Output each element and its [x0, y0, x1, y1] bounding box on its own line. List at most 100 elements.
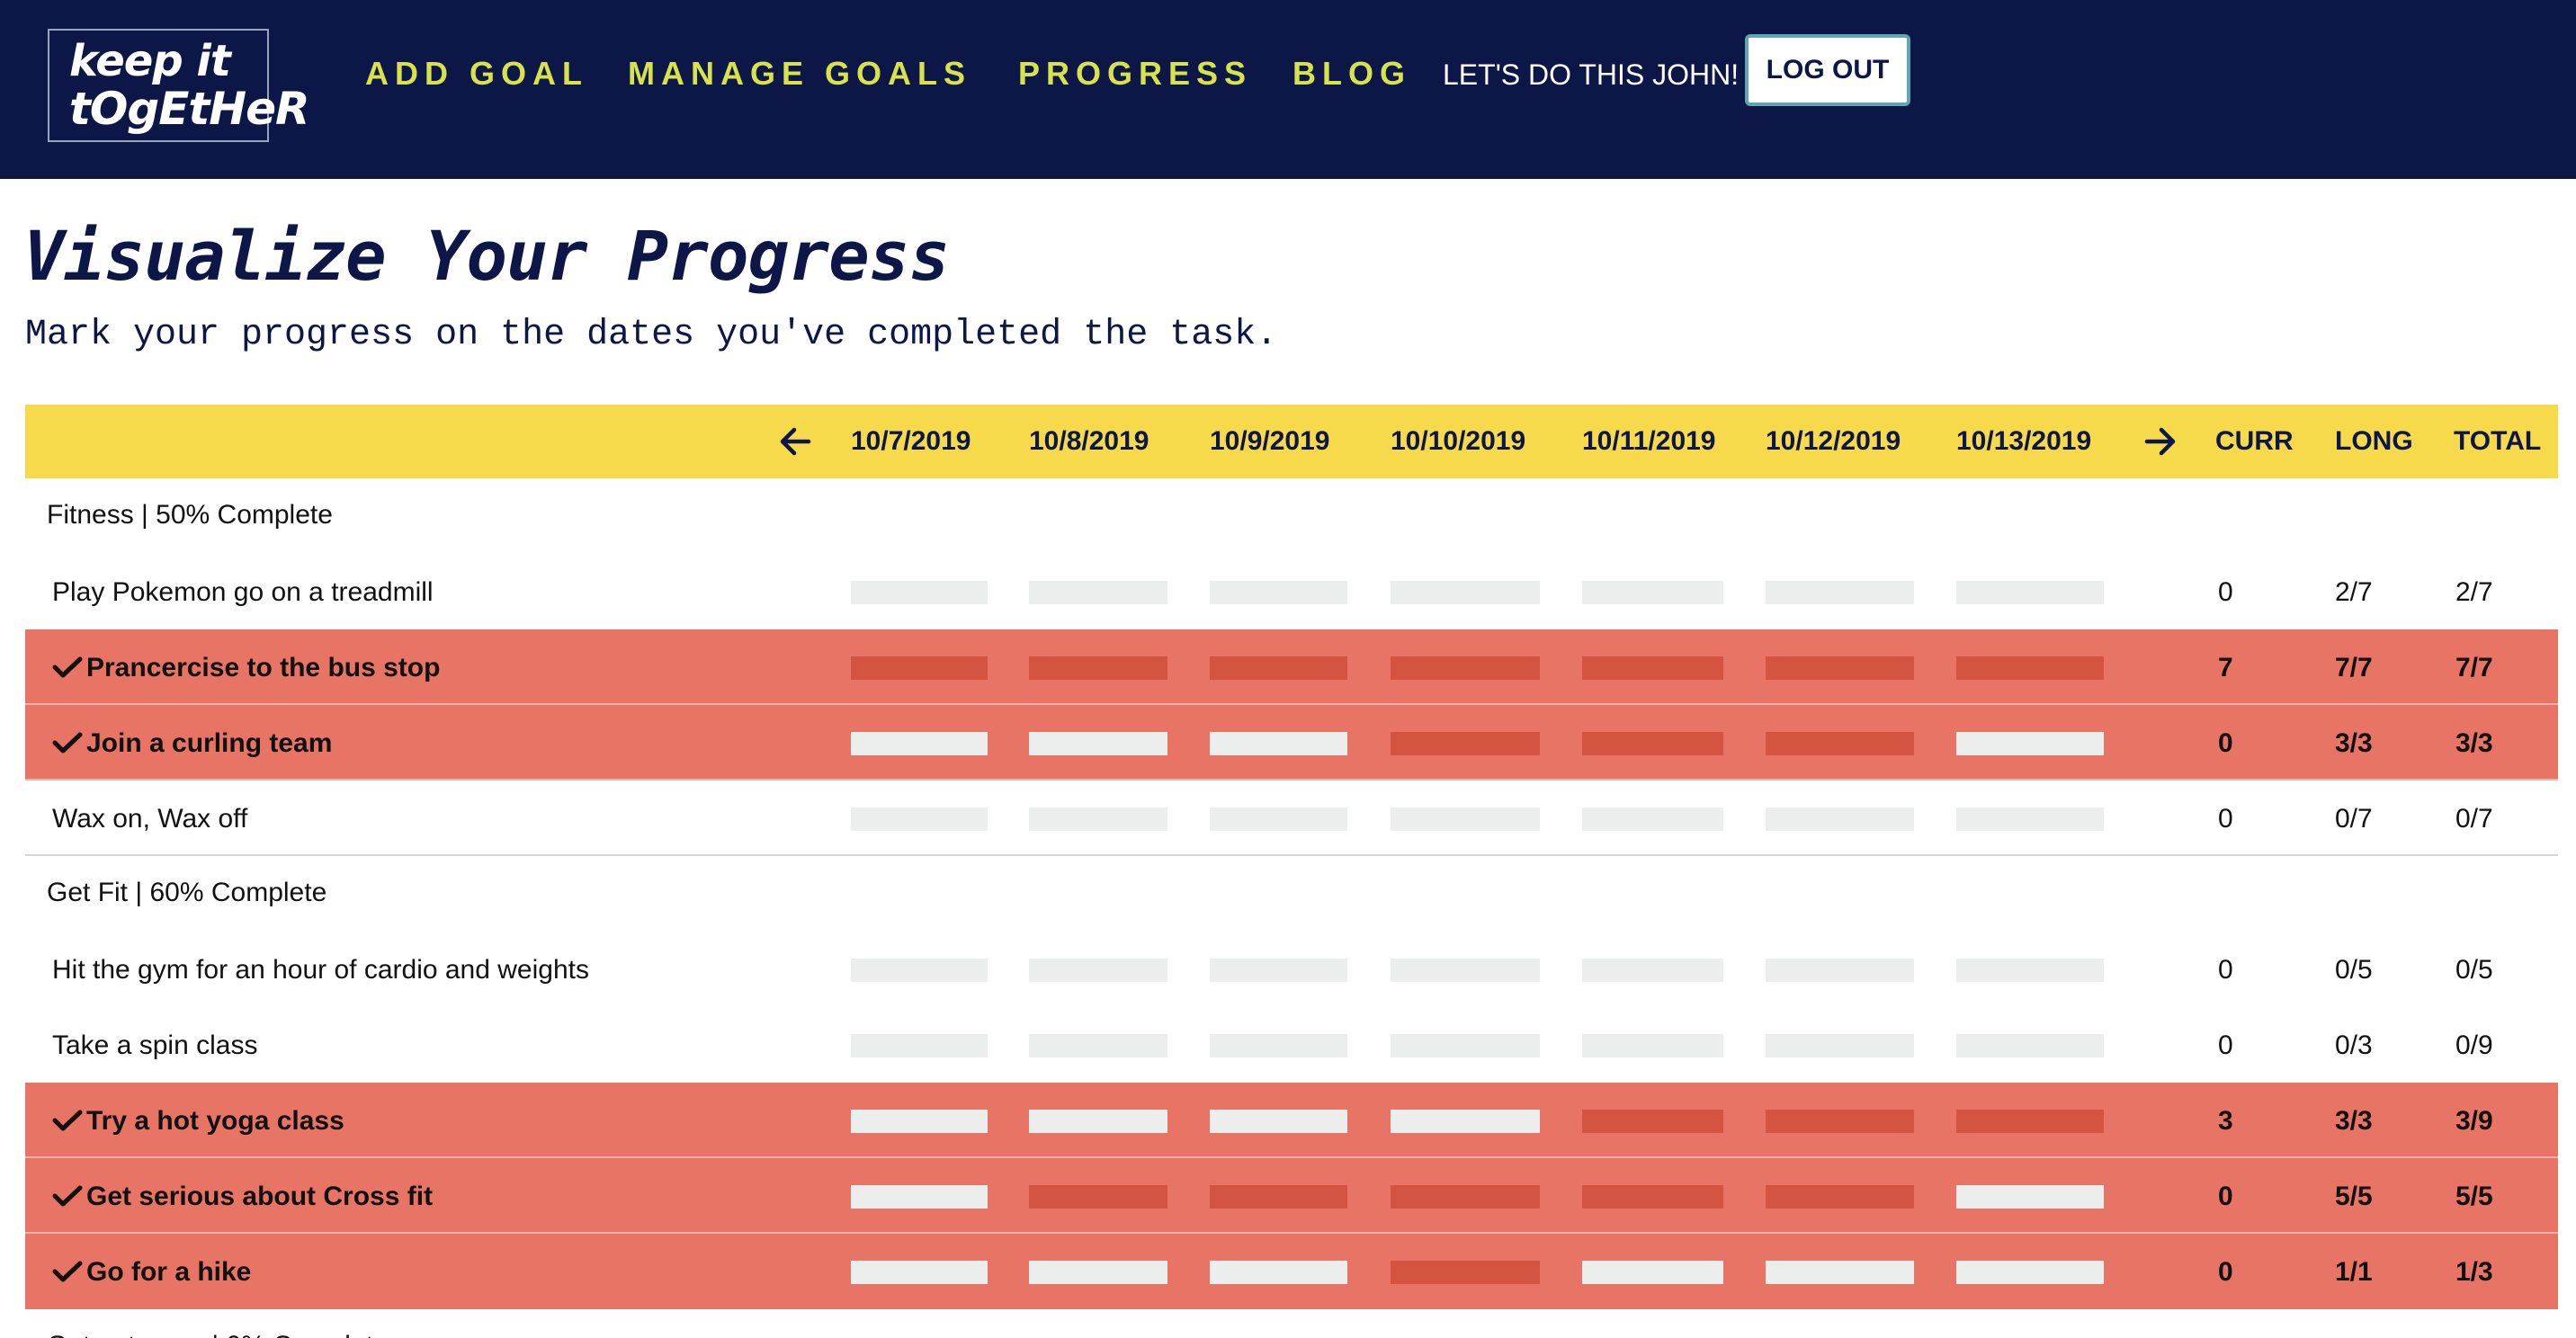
day-cell-unmarked[interactable]	[1391, 581, 1540, 604]
top-navbar: keep it tOgEtHeR ADD GOAL MANAGE GOALS P…	[0, 0, 2576, 179]
nav-add-goal[interactable]: ADD GOAL	[365, 52, 588, 95]
day-cell-unmarked[interactable]	[1391, 1034, 1540, 1057]
date-header: 10/9/2019	[1210, 426, 1330, 456]
stat-curr: 0	[2218, 955, 2233, 985]
day-cell-unmarked[interactable]	[1766, 1261, 1914, 1284]
stat-total: 3/3	[2455, 728, 2493, 758]
day-cell-unmarked[interactable]	[1766, 1034, 1914, 1057]
day-cell-marked[interactable]	[1766, 656, 1914, 680]
day-cell-unmarked[interactable]	[1029, 1034, 1167, 1057]
day-cell-marked[interactable]	[1582, 732, 1723, 755]
stat-total: 5/5	[2455, 1182, 2493, 1211]
nav-progress[interactable]: PROGRESS	[1018, 52, 1252, 95]
day-cell-marked[interactable]	[1391, 732, 1540, 755]
day-cell-unmarked[interactable]	[1582, 959, 1723, 982]
stat-total: 0/9	[2455, 1030, 2493, 1060]
day-cell-marked[interactable]	[1956, 1110, 2104, 1133]
user-greeting: LET'S DO THIS JOHN!	[1443, 58, 1740, 91]
day-cell-unmarked[interactable]	[1029, 807, 1167, 831]
day-cell-marked[interactable]	[1029, 656, 1167, 680]
stat-long: 3/3	[2335, 1106, 2373, 1136]
stat-long: 5/5	[2335, 1182, 2373, 1211]
day-cell-unmarked[interactable]	[1210, 1034, 1347, 1057]
task-name-text: Go for a hike	[86, 1257, 252, 1287]
day-cell-marked[interactable]	[1766, 1185, 1914, 1209]
day-cell-unmarked[interactable]	[1582, 1034, 1723, 1057]
task-name-text: Prancercise to the bus stop	[86, 653, 441, 682]
day-cell-unmarked[interactable]	[851, 959, 988, 982]
arrow-right-icon[interactable]	[2144, 426, 2177, 457]
logo[interactable]: keep it tOgEtHeR	[48, 29, 310, 142]
day-cell-unmarked[interactable]	[1956, 959, 2104, 982]
stat-long: 0/3	[2335, 1030, 2373, 1060]
table-body: Fitness | 50% Complete Play Pokemon go on…	[25, 478, 2558, 1338]
task-name: Join a curling team	[52, 728, 332, 759]
task-row: Join a curling team 0 3/3 3/3	[25, 705, 2558, 780]
day-cell-unmarked[interactable]	[851, 1185, 988, 1209]
stat-long: 3/3	[2335, 728, 2373, 758]
day-cell-marked[interactable]	[1210, 656, 1347, 680]
day-cell-unmarked[interactable]	[851, 807, 988, 831]
date-header: 10/12/2019	[1766, 426, 1901, 456]
day-cell-unmarked[interactable]	[1956, 581, 2104, 604]
day-cell-unmarked[interactable]	[1766, 581, 1914, 604]
day-cell-marked[interactable]	[1956, 656, 2104, 680]
day-cell-unmarked[interactable]	[1210, 1261, 1347, 1284]
day-cell-marked[interactable]	[1391, 1185, 1540, 1209]
day-cell-unmarked[interactable]	[1029, 1261, 1167, 1284]
day-cell-unmarked[interactable]	[1210, 959, 1347, 982]
day-cell-unmarked[interactable]	[851, 1034, 988, 1057]
day-cell-marked[interactable]	[851, 656, 988, 680]
nav-blog[interactable]: BLOG	[1292, 52, 1411, 95]
day-cell-marked[interactable]	[1766, 1110, 1914, 1133]
day-cell-unmarked[interactable]	[1391, 1110, 1540, 1133]
task-row: Play Pokemon go on a treadmill 0 2/7 2/7	[25, 554, 2558, 629]
stat-curr: 7	[2218, 653, 2233, 682]
day-cell-marked[interactable]	[1582, 656, 1723, 680]
day-cell-unmarked[interactable]	[1582, 581, 1723, 604]
day-cell-marked[interactable]	[1582, 1185, 1723, 1209]
day-cell-unmarked[interactable]	[1029, 732, 1167, 755]
nav-manage-goals[interactable]: MANAGE GOALS	[628, 52, 971, 95]
task-row: Prancercise to the bus stop 7 7/7 7/7	[25, 629, 2558, 705]
day-cell-unmarked[interactable]	[1210, 1110, 1347, 1133]
day-cell-unmarked[interactable]	[1956, 1185, 2104, 1209]
day-cell-unmarked[interactable]	[1391, 959, 1540, 982]
day-cell-marked[interactable]	[1029, 1185, 1167, 1209]
day-cell-unmarked[interactable]	[1582, 1261, 1723, 1284]
arrow-left-icon[interactable]	[779, 426, 811, 457]
stat-long: 2/7	[2335, 577, 2373, 607]
day-cell-unmarked[interactable]	[1391, 807, 1540, 831]
day-cell-unmarked[interactable]	[1210, 581, 1347, 604]
day-cell-unmarked[interactable]	[1956, 732, 2104, 755]
day-cell-unmarked[interactable]	[1210, 807, 1347, 831]
task-name-text: Take a spin class	[52, 1030, 258, 1060]
day-cell-unmarked[interactable]	[1029, 581, 1167, 604]
day-cell-unmarked[interactable]	[1582, 807, 1723, 831]
day-cell-unmarked[interactable]	[1766, 807, 1914, 831]
day-cell-unmarked[interactable]	[1956, 1034, 2104, 1057]
day-cell-unmarked[interactable]	[1956, 807, 2104, 831]
day-cell-unmarked[interactable]	[1956, 1261, 2104, 1284]
day-cell-marked[interactable]	[1391, 656, 1540, 680]
day-cell-marked[interactable]	[1582, 1110, 1723, 1133]
date-header: 10/11/2019	[1582, 426, 1716, 456]
day-cell-marked[interactable]	[1210, 1185, 1347, 1209]
day-cell-unmarked[interactable]	[851, 732, 988, 755]
day-cell-unmarked[interactable]	[1766, 959, 1914, 982]
task-name-text: Play Pokemon go on a treadmill	[52, 577, 434, 607]
logout-button[interactable]: LOG OUT	[1745, 34, 1910, 106]
task-name-text: Get serious about Cross fit	[86, 1182, 434, 1211]
day-cell-unmarked[interactable]	[851, 1110, 988, 1133]
category-row: Get out more | 0% Complete	[25, 1309, 2558, 1338]
day-cell-unmarked[interactable]	[851, 581, 988, 604]
task-name: Hit the gym for an hour of cardio and we…	[52, 955, 589, 986]
day-cell-unmarked[interactable]	[1029, 1110, 1167, 1133]
task-row: Wax on, Wax off 0 0/7 0/7	[25, 780, 2558, 856]
day-cell-marked[interactable]	[1391, 1261, 1540, 1284]
day-cell-unmarked[interactable]	[1029, 959, 1167, 982]
day-cell-unmarked[interactable]	[1210, 732, 1347, 755]
stat-total: 3/9	[2455, 1106, 2493, 1136]
day-cell-marked[interactable]	[1766, 732, 1914, 755]
day-cell-unmarked[interactable]	[851, 1261, 988, 1284]
